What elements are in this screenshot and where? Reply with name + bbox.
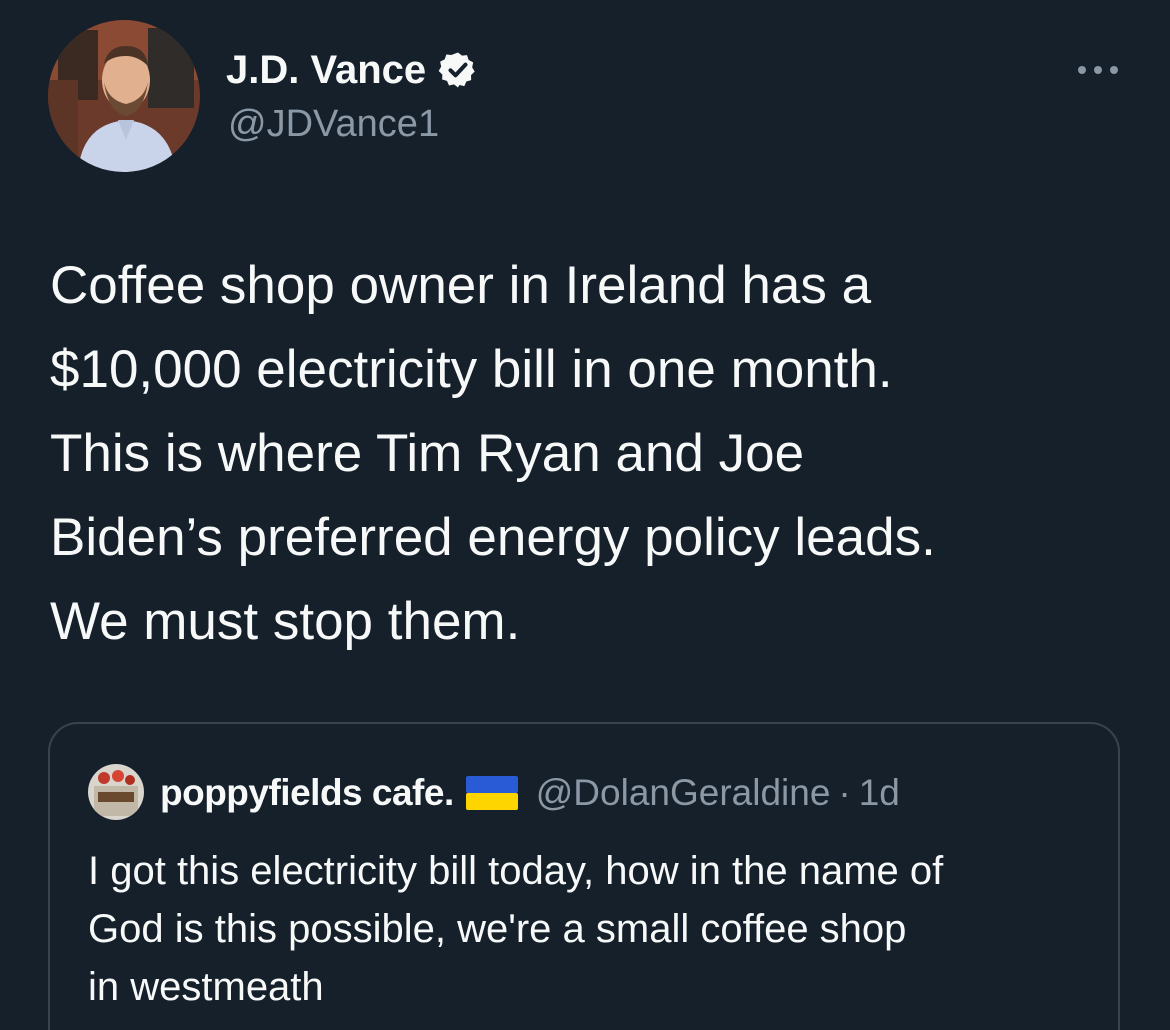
quoted-author-avatar[interactable] (88, 764, 144, 820)
quoted-handle[interactable]: @DolanGeraldine (536, 772, 831, 814)
quoted-tweet[interactable]: poppyfields cafe. @DolanGeraldine · 1d I… (48, 722, 1120, 1030)
author-avatar[interactable] (48, 20, 200, 172)
quoted-timestamp[interactable]: 1d (859, 772, 900, 814)
author-display-name[interactable]: J.D. Vance (226, 48, 426, 92)
tweet-card: J.D. Vance @JDVance1 Coffee shop owner i… (0, 0, 1170, 1030)
tweet-text: Coffee shop owner in Ireland has a $10,0… (50, 256, 936, 651)
quoted-header: poppyfields cafe. @DolanGeraldine · 1d (160, 772, 900, 814)
quoted-separator: · (838, 772, 851, 813)
ukraine-flag-icon (465, 776, 518, 810)
more-options-icon[interactable] (1074, 60, 1122, 80)
quoted-text: I got this electricity bill today, how i… (88, 849, 944, 1009)
quoted-display-name[interactable]: poppyfields cafe. (160, 772, 454, 814)
verified-badge-icon (438, 50, 478, 90)
author-handle[interactable]: @JDVance1 (228, 102, 439, 146)
author-name-row: J.D. Vance (226, 48, 478, 92)
